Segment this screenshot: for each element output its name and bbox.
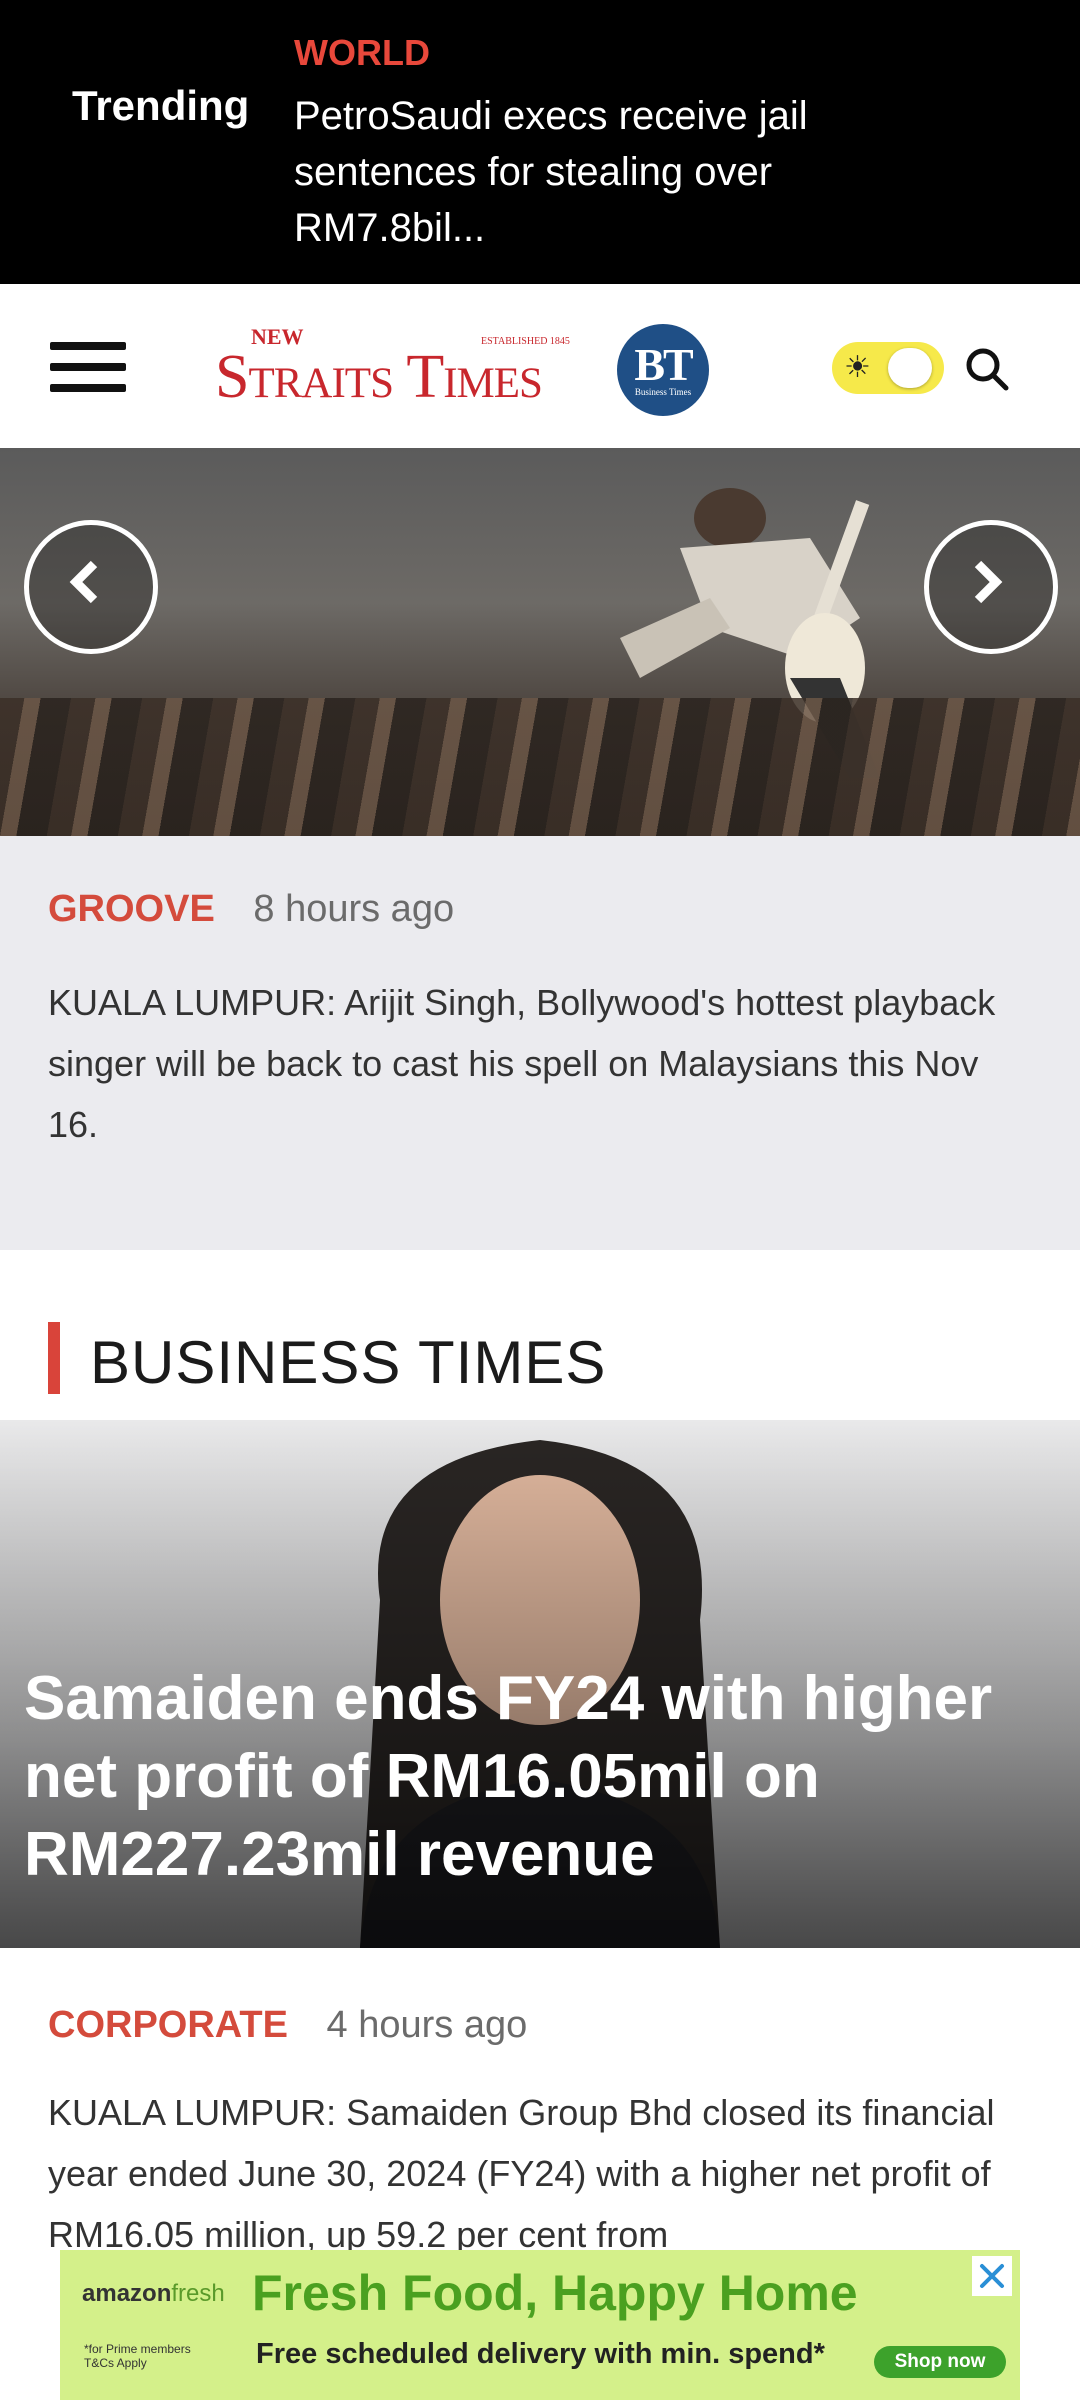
- search-icon[interactable]: [962, 344, 1012, 394]
- bt-logo-subtext: Business Times: [634, 387, 692, 397]
- site-header: NEW ESTABLISHED 1845 Straits Times BT Bu…: [0, 284, 1080, 449]
- trending-headline[interactable]: PetroSaudi execs receive jail sentences …: [294, 88, 934, 256]
- story-timestamp: 4 hours ago: [326, 2004, 528, 2046]
- story-image[interactable]: Samaiden ends FY24 with higher net profi…: [0, 1420, 1080, 1948]
- crowd: [0, 698, 1080, 836]
- story-meta: CORPORATE 4 hours ago: [48, 2004, 527, 2047]
- toggle-knob: [888, 348, 932, 388]
- ad-banner[interactable]: amazonfresh Fresh Food, Happy Home *for …: [60, 2250, 1020, 2400]
- ad-brand-amazon: amazon: [82, 2280, 172, 2307]
- menu-icon[interactable]: [50, 342, 126, 392]
- ad-headline: Fresh Food, Happy Home: [252, 2265, 858, 2321]
- hero-carousel-image[interactable]: [0, 448, 1080, 836]
- close-icon[interactable]: [972, 2256, 1012, 2296]
- hero-category[interactable]: GROOVE: [48, 888, 215, 930]
- ad-brand-fresh: fresh: [171, 2280, 225, 2307]
- carousel-prev-button[interactable]: [24, 520, 158, 654]
- hero-timestamp: 8 hours ago: [253, 888, 455, 930]
- carousel-next-button[interactable]: [924, 520, 1058, 654]
- hero-caption[interactable]: GROOVE 8 hours ago KUALA LUMPUR: Arijit …: [0, 836, 1080, 1250]
- chevron-right-icon: [974, 560, 1003, 604]
- ad-fine-print: *for Prime members T&Cs Apply: [84, 2342, 191, 2370]
- ad-subline: Free scheduled delivery with min. spend*: [256, 2338, 825, 2370]
- trending-label: Trending: [72, 82, 250, 129]
- hero-meta: GROOVE 8 hours ago: [48, 888, 454, 931]
- theme-toggle[interactable]: ☀: [832, 342, 944, 394]
- story-category[interactable]: CORPORATE: [48, 2004, 288, 2046]
- bt-logo-text: BT: [634, 339, 693, 390]
- story-summary[interactable]: KUALA LUMPUR: Samaiden Group Bhd closed …: [48, 2082, 1028, 2265]
- trending-category[interactable]: WORLD: [294, 32, 430, 74]
- chevron-left-icon: [69, 560, 98, 604]
- hero-summary[interactable]: KUALA LUMPUR: Arijit Singh, Bollywood's …: [48, 972, 1028, 1155]
- sun-icon: ☀: [844, 351, 871, 384]
- bt-logo[interactable]: BT Business Times: [617, 324, 709, 416]
- ad-brand: amazonfresh: [82, 2280, 225, 2308]
- story-headline[interactable]: Samaiden ends FY24 with higher net profi…: [24, 1660, 1054, 1894]
- section-title[interactable]: BUSINESS TIMES: [90, 1328, 606, 1397]
- nst-logo[interactable]: NEW ESTABLISHED 1845 Straits Times: [215, 324, 595, 411]
- section-accent-bar: [48, 1322, 60, 1394]
- logo-name-text: Straits Times: [215, 343, 543, 411]
- ad-shop-now-button[interactable]: Shop now: [874, 2346, 1006, 2378]
- trending-bar[interactable]: Trending WORLD PetroSaudi execs receive …: [0, 0, 1080, 284]
